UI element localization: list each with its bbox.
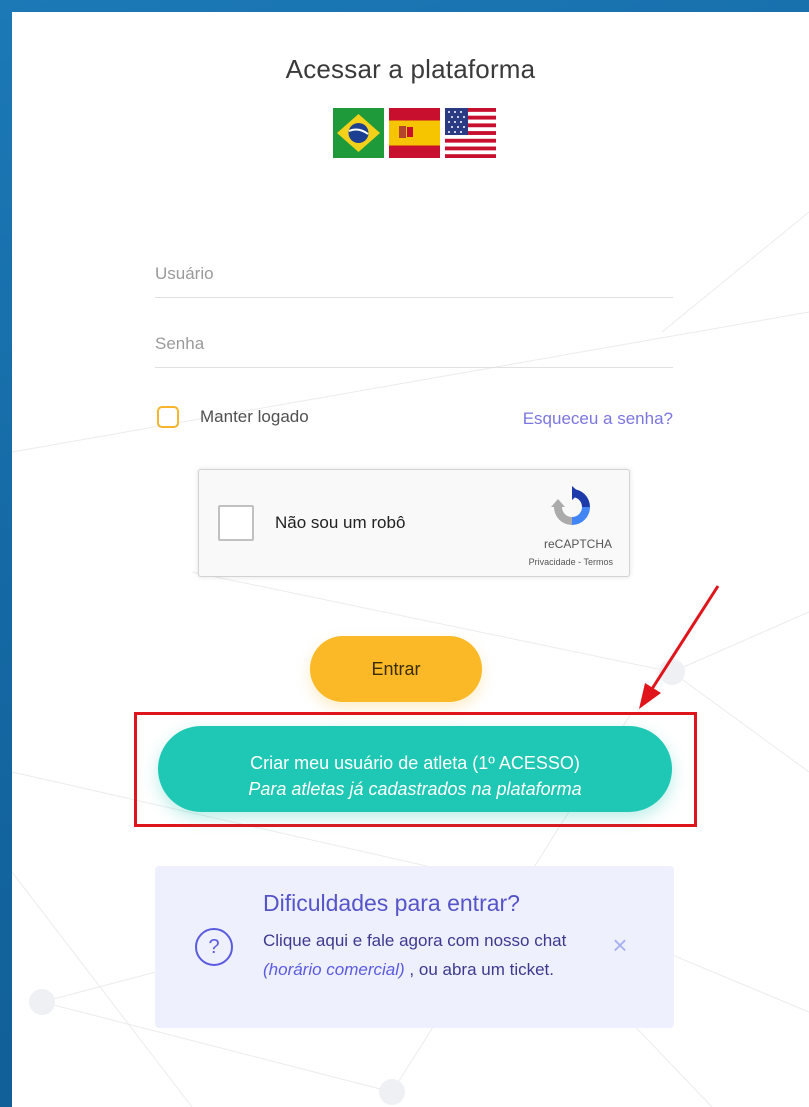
recaptcha-terms-link[interactable]: Termos — [583, 557, 613, 567]
recaptcha-links: Privacidade - Termos — [529, 557, 613, 567]
forgot-password-link[interactable]: Esqueceu a senha? — [523, 409, 673, 429]
create-button-title: Criar meu usuário de atleta (1º ACESSO) — [250, 752, 580, 773]
recaptcha-brand: reCAPTCHA — [543, 537, 612, 551]
recaptcha-logo-icon — [551, 486, 590, 525]
close-icon[interactable]: × — [609, 932, 631, 958]
password-input[interactable] — [155, 321, 673, 367]
remember-me: Manter logado — [157, 406, 309, 428]
remember-me-checkbox[interactable] — [157, 406, 179, 428]
create-athlete-user-button[interactable]: Criar meu usuário de atleta (1º ACESSO) … — [158, 726, 672, 812]
login-panel: Acessar a plataforma Usuário Manter loga… — [12, 12, 809, 1107]
recaptcha-privacy-link[interactable]: Privacidade — [529, 557, 576, 567]
username-input[interactable] — [155, 251, 673, 297]
spain-flag-icon[interactable] — [389, 108, 440, 158]
help-text-part1: Clique aqui e fale agora com nosso chat — [263, 931, 567, 950]
page-title: Acessar a plataforma — [285, 54, 536, 84]
usa-flag-icon[interactable] — [445, 108, 496, 158]
password-field — [155, 321, 673, 368]
help-text-part2: , ou abra um ticket. — [404, 960, 554, 979]
help-text: Clique aqui e fale agora com nosso chat … — [263, 926, 593, 984]
create-button-subtitle: Para atletas já cadastrados na plataform… — [248, 778, 582, 799]
recaptcha-checkbox[interactable] — [218, 505, 254, 541]
enter-button[interactable]: Entrar — [310, 636, 482, 702]
brazil-flag-icon[interactable] — [333, 108, 384, 158]
question-circle-icon: ? — [195, 928, 233, 966]
help-hours: (horário comercial) — [263, 960, 405, 979]
help-banner[interactable]: ? Dificuldades para entrar? Clique aqui … — [155, 866, 674, 1028]
recaptcha-widget: Não sou um robô reCAPTCHA Privacidade - … — [198, 469, 630, 577]
remember-me-label: Manter logado — [200, 407, 309, 426]
help-title: Dificuldades para entrar? — [263, 890, 520, 916]
recaptcha-label: Não sou um robô — [275, 513, 406, 532]
username-field — [155, 251, 673, 298]
language-selector — [333, 108, 496, 158]
